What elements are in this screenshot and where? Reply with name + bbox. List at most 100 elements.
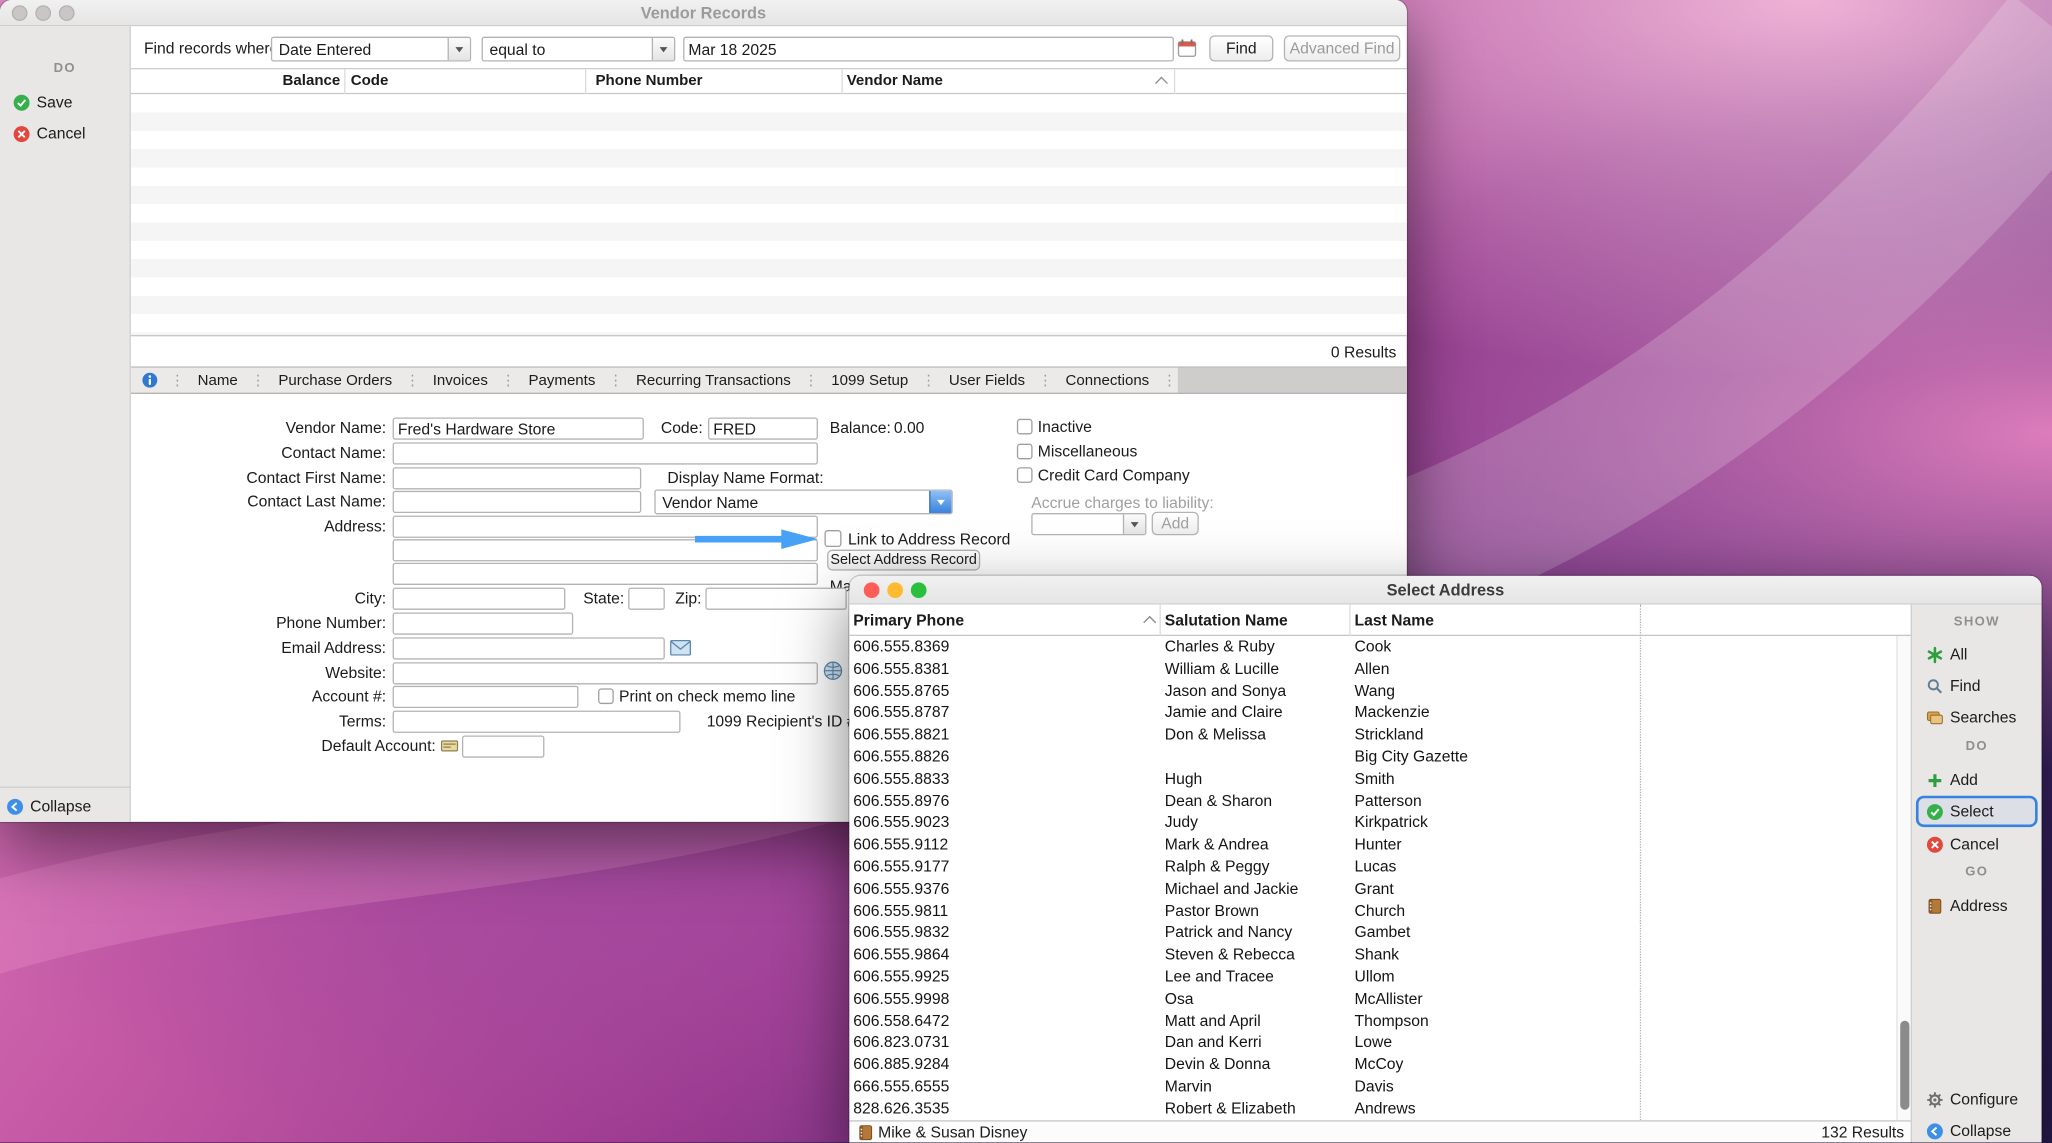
zip-label: Zip: [427,589,702,609]
column-header-primary-phone[interactable]: Primary Phone [853,611,964,629]
results-table-body[interactable] [131,94,1407,335]
address-button[interactable]: Address [1926,894,2007,918]
address-line3-input[interactable] [393,563,818,585]
address-row[interactable]: 606.558.6472Matt and AprilThompson [849,1010,1896,1032]
address-row[interactable]: 606.555.8826Big City Gazette [849,746,1896,768]
searches-button[interactable]: Searches [1926,705,2016,729]
zip-input[interactable] [705,588,846,610]
cell-last-name: McCoy [1355,1054,1643,1076]
tab-1099-setup[interactable]: 1099 Setup [820,372,921,388]
address-row[interactable]: 606.555.9864Steven & RebeccaShank [849,944,1896,966]
link-to-address-checkbox[interactable] [824,530,841,547]
column-header-phone[interactable]: Phone Number [595,73,702,89]
address-row[interactable]: 606.555.8787Jamie and ClaireMackenzie [849,702,1896,724]
address-book-icon [1926,897,1943,914]
tab-payments[interactable]: Payments [517,372,607,388]
column-header-code[interactable]: Code [351,73,389,89]
asterisk-icon [1926,646,1943,663]
account-number-input[interactable] [393,686,579,708]
tab-info[interactable] [131,372,169,389]
tab-purchase-orders[interactable]: Purchase Orders [267,372,404,388]
add-button[interactable]: Add [1926,768,1978,792]
tab-recurring-transactions[interactable]: Recurring Transactions [624,372,802,388]
selected-record-label: Mike & Susan Disney [878,1122,1027,1143]
credit-card-company-checkbox[interactable] [1017,467,1033,483]
show-all-button[interactable]: All [1926,643,1967,667]
terms-input[interactable] [393,711,681,733]
cell-primary-phone: 606.555.8787 [849,702,1164,724]
address-row[interactable]: 606.555.8381William & LucilleAllen [849,658,1896,680]
address-row[interactable]: 606.555.9177Ralph & PeggyLucas [849,856,1896,878]
address-row[interactable]: 606.555.8833HughSmith [849,768,1896,790]
default-account-icon[interactable] [440,735,460,755]
find-search-input[interactable] [683,37,1174,62]
find-button[interactable]: Find [1209,35,1273,61]
window-title: Select Address [849,576,2041,605]
accrue-add-button[interactable]: Add [1152,512,1199,536]
cell-primary-phone: 606.555.8833 [849,768,1164,790]
address-row[interactable]: 606.885.9284Devin & DonnaMcCoy [849,1054,1896,1076]
address-row[interactable]: 606.555.8765Jason and SonyaWang [849,680,1896,702]
address-row[interactable]: 828.626.3535Robert & ElizabethAndrews [849,1098,1896,1120]
collapse-button[interactable]: Collapse [1926,1119,2011,1143]
code-input[interactable] [708,417,818,439]
column-header-vendor-name[interactable]: Vendor Name [847,73,943,89]
cancel-button[interactable]: Cancel [13,122,85,146]
results-header: Balance Code Phone Number Vendor Name [131,69,1407,94]
website-input[interactable] [393,662,818,684]
address-row[interactable]: 606.555.9925Lee and TraceeUllom [849,966,1896,988]
calendar-icon[interactable] [1177,38,1198,59]
address-row[interactable]: 606.555.8369Charles & RubyCook [849,636,1896,658]
configure-button[interactable]: Configure [1926,1088,2018,1112]
credit-card-company-label: Credit Card Company [1038,466,1190,486]
cell-last-name: Church [1355,900,1643,922]
default-account-input[interactable] [462,735,544,757]
select-button[interactable]: Select [1926,800,1993,824]
cell-primary-phone: 606.555.9177 [849,856,1164,878]
address-row[interactable]: 606.555.8821Don & MelissaStrickland [849,724,1896,746]
email-icon[interactable] [670,640,691,656]
tab-invoices[interactable]: Invoices [421,372,500,388]
column-header-salutation-name[interactable]: Salutation Name [1165,611,1288,629]
miscellaneous-checkbox[interactable] [1017,444,1033,460]
address-row[interactable]: 606.555.9811Pastor BrownChurch [849,900,1896,922]
select-address-record-button[interactable]: Select Address Record [827,550,980,571]
contact-name-input[interactable] [393,442,818,464]
results-count: 0 Results [131,335,1407,366]
print-on-check-memo-checkbox[interactable] [598,688,614,704]
scrollbar-thumb[interactable] [1900,1021,1909,1110]
save-button[interactable]: Save [13,90,72,114]
website-globe-icon[interactable] [823,661,843,681]
check-circle-icon [13,94,30,111]
address-row[interactable]: 606.555.9023JudyKirkpatrick [849,812,1896,834]
tab-name[interactable]: Name [186,372,250,388]
find-field-select[interactable]: Date Entered [271,37,471,62]
tab-connections[interactable]: Connections [1054,372,1161,388]
address-row[interactable]: 606.555.9112Mark & AndreaHunter [849,834,1896,856]
vendor-titlebar[interactable]: Vendor Records [0,0,1407,26]
accrue-liability-select[interactable] [1031,513,1146,535]
column-header-balance[interactable]: Balance [236,73,341,89]
column-header-last-name[interactable]: Last Name [1355,611,1434,629]
find-operator-select[interactable]: equal to [482,37,676,62]
display-name-format-select[interactable]: Vendor Name [654,489,952,514]
inactive-checkbox[interactable] [1017,419,1033,435]
collapse-button[interactable]: Collapse [7,794,92,818]
address-row[interactable]: 666.555.6555MarvinDavis [849,1076,1896,1098]
tab-separator: ⋮ [250,372,267,389]
address-row[interactable]: 606.823.0731Dan and KerriLowe [849,1032,1896,1054]
address-row[interactable]: 606.555.8976Dean & SharonPatterson [849,790,1896,812]
address-row[interactable]: 606.555.9832Patrick and NancyGambet [849,922,1896,944]
phone-number-input[interactable] [393,612,574,634]
email-address-input[interactable] [393,637,665,659]
find-button[interactable]: Find [1926,674,1980,698]
scrollbar-track[interactable] [1896,636,1910,1120]
address-titlebar[interactable]: Select Address [849,576,2041,605]
tab-user-fields[interactable]: User Fields [937,372,1037,388]
advanced-find-button[interactable]: Advanced Find [1284,35,1400,61]
cancel-button[interactable]: Cancel [1926,832,1998,856]
address-row[interactable]: 606.555.9376Michael and JackieGrant [849,878,1896,900]
contact-last-name-input[interactable] [393,491,642,513]
address-row[interactable]: 606.555.9998OsaMcAllister [849,988,1896,1010]
contact-first-name-input[interactable] [393,467,642,489]
